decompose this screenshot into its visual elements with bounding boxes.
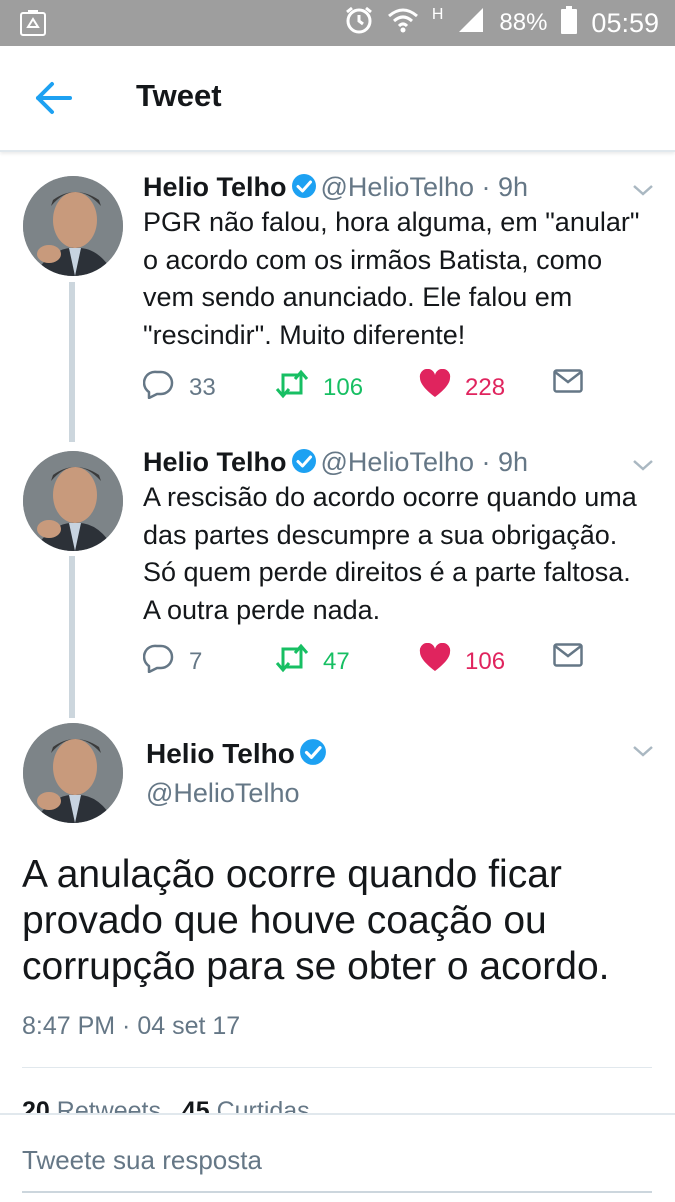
envelope-icon	[553, 643, 583, 674]
tweet-text: A anulação ocorre quando ficar provado q…	[22, 853, 610, 988]
thread-connector	[69, 556, 75, 718]
author-handle[interactable]: @HelioTelho	[321, 447, 474, 477]
divider	[22, 1067, 652, 1068]
status-bar: H 88% 05:59	[0, 0, 675, 46]
app-bar: Tweet	[0, 46, 675, 152]
retweet-button[interactable]: 106	[275, 369, 363, 406]
author-name[interactable]: Helio Telho	[146, 738, 295, 769]
direct-message-button[interactable]	[553, 643, 583, 674]
reply-input[interactable]: Tweete sua resposta	[22, 1145, 262, 1176]
direct-message-button[interactable]	[553, 369, 583, 400]
retweet-button[interactable]: 47	[275, 643, 350, 680]
tweet-text: A rescisão do acordo ocorre quando uma d…	[143, 482, 637, 625]
network-type-label: H	[431, 6, 444, 23]
clock-time: 05:59	[591, 7, 659, 38]
avatar[interactable]	[23, 176, 123, 276]
chevron-down-icon[interactable]	[631, 182, 655, 198]
author-handle[interactable]: @HelioTelho	[321, 172, 474, 202]
reply-icon	[142, 643, 175, 680]
author-name[interactable]: Helio Telho	[143, 447, 287, 477]
envelope-icon	[553, 369, 583, 400]
heart-icon	[419, 368, 451, 406]
chevron-down-icon[interactable]	[631, 743, 655, 759]
tweet-time: · 9h	[481, 447, 529, 477]
page-title: Tweet	[136, 78, 222, 113]
like-button[interactable]: 228	[419, 368, 506, 406]
thread-connector	[69, 282, 75, 442]
tweet-text: PGR não falou, hora alguma, em "anular" …	[143, 207, 640, 350]
avatar[interactable]	[23, 723, 123, 823]
verified-badge-icon	[291, 448, 317, 481]
alarm-icon	[344, 5, 374, 42]
reply-composer[interactable]: Tweete sua resposta	[0, 1113, 675, 1202]
retweet-icon	[275, 643, 309, 680]
signal-icon	[457, 6, 485, 41]
tweet-actions: 7 47 106	[142, 642, 613, 683]
author-name[interactable]: Helio Telho	[143, 172, 287, 202]
like-button[interactable]: 106	[419, 642, 506, 680]
reply-count: 7	[189, 647, 203, 675]
verified-badge-icon	[291, 173, 317, 206]
battery-icon	[561, 5, 578, 41]
wifi-icon	[387, 7, 418, 40]
battery-percent: 88%	[499, 9, 548, 36]
verified-badge-icon	[299, 738, 327, 773]
heart-icon	[419, 642, 451, 680]
tweet-time: · 9h	[481, 172, 529, 202]
like-count: 106	[465, 647, 506, 675]
retweet-count: 106	[323, 373, 364, 401]
retweet-count: 47	[323, 647, 350, 675]
avatar[interactable]	[23, 451, 123, 551]
retweet-icon	[275, 369, 309, 406]
tweet-actions: 33 106 228	[142, 368, 613, 409]
input-underline	[22, 1191, 652, 1193]
recycle-icon	[20, 9, 46, 42]
like-count: 228	[465, 373, 506, 401]
author-handle[interactable]: @HelioTelho	[146, 778, 299, 809]
back-arrow-icon[interactable]	[34, 80, 74, 116]
reply-count: 33	[189, 373, 216, 401]
chevron-down-icon[interactable]	[631, 457, 655, 473]
reply-icon	[142, 369, 175, 406]
tweet-timestamp: 8:47 PM · 04 set 17	[22, 1012, 241, 1040]
reply-button[interactable]: 7	[142, 643, 203, 680]
reply-button[interactable]: 33	[142, 369, 216, 406]
